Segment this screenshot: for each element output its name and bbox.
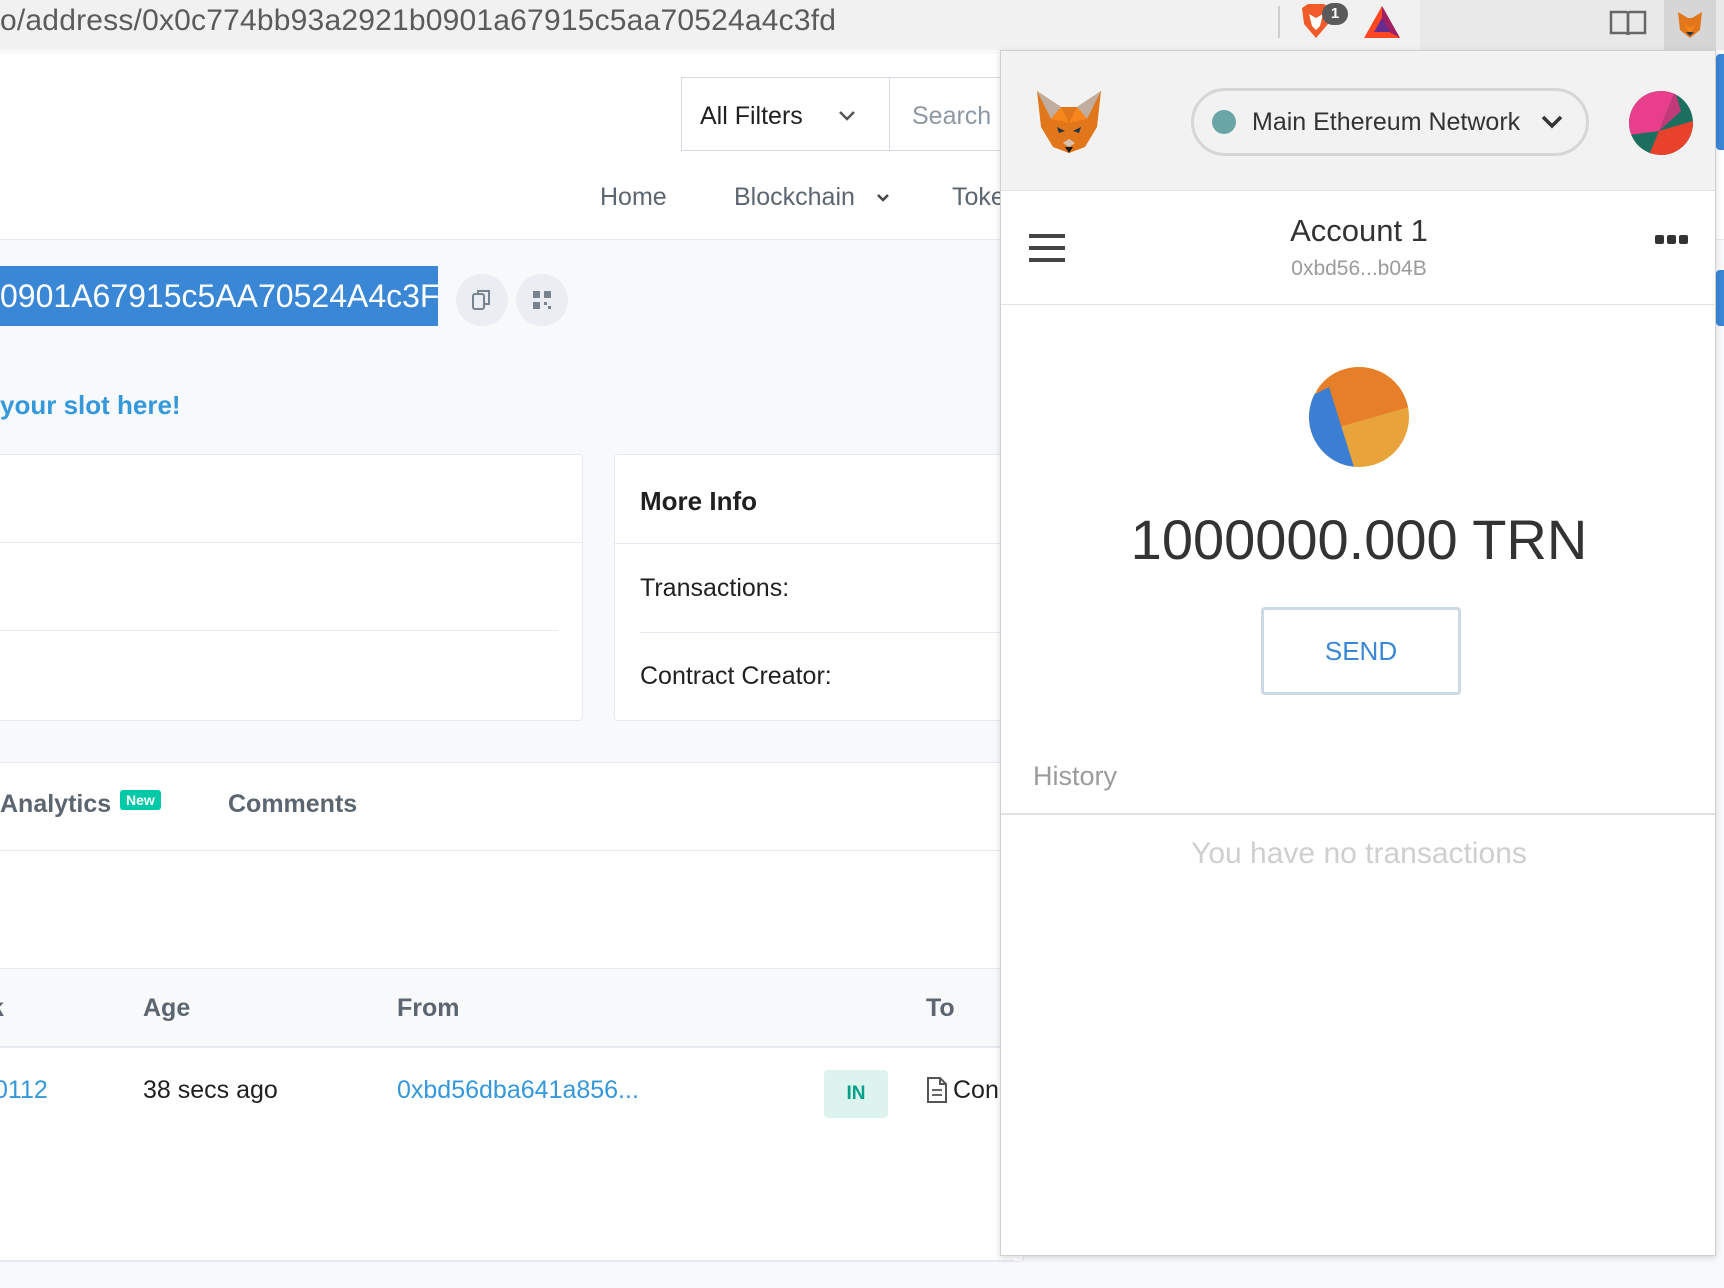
copy-address-button[interactable] <box>456 274 508 326</box>
nav-home[interactable]: Home <box>600 183 667 212</box>
row-to-link[interactable]: Con <box>953 1076 999 1105</box>
empty-history-message: You have no transactions <box>1191 837 1527 870</box>
row-from-link[interactable]: 0xbd56dba641a856... <box>397 1076 639 1105</box>
divider <box>0 850 1014 851</box>
page-edge-button <box>1716 270 1724 326</box>
account-bar: Account 1 0xbd56...b04B <box>1001 191 1715 305</box>
account-avatar[interactable] <box>1629 91 1693 155</box>
new-badge: New <box>120 790 161 810</box>
qr-code-button[interactable] <box>516 274 568 326</box>
transactions-label: Transactions: <box>640 574 790 602</box>
network-selector[interactable]: Main Ethereum Network <box>1191 88 1589 156</box>
chevron-down-icon <box>838 102 856 128</box>
direction-badge: IN <box>824 1070 888 1118</box>
column-header-age: Age <box>143 994 191 1022</box>
metamask-popup: Main Ethereum Network Account 1 0xbd56..… <box>1000 50 1716 1256</box>
metamask-extension-button[interactable] <box>1664 0 1716 50</box>
token-identicon <box>1309 367 1409 467</box>
history-label: History <box>1033 761 1118 791</box>
row-block-link[interactable]: 0112 <box>0 1076 48 1105</box>
divider <box>615 543 1015 544</box>
page-edge-button <box>1716 54 1724 150</box>
filter-select[interactable]: All Filters <box>681 77 889 151</box>
more-info-title: More Info <box>640 486 757 516</box>
column-header-from: From <box>397 994 460 1022</box>
row-age: 38 secs ago <box>143 1076 278 1104</box>
url-text[interactable]: o/address/0x0c774bb93a2921b0901a67915c5a… <box>0 4 836 38</box>
tab-comments[interactable]: Comments <box>228 790 357 819</box>
chevron-down-icon <box>1540 108 1564 136</box>
contract-creator-label: Contract Creator: <box>640 662 832 690</box>
more-options-icon[interactable] <box>1653 233 1691 247</box>
brave-shields-badge: 1 <box>1322 3 1348 25</box>
bat-rewards-icon[interactable] <box>1362 4 1402 40</box>
divider <box>640 632 1014 633</box>
column-header-to: To <box>926 994 955 1022</box>
nav-tokens[interactable]: Toke <box>952 183 1005 212</box>
history-list <box>1001 815 1715 1255</box>
network-status-dot <box>1212 110 1236 134</box>
ad-slot-link[interactable]: your slot here! <box>0 390 181 421</box>
nav-blockchain[interactable]: Blockchain <box>734 183 855 212</box>
tab-analytics[interactable]: Analytics <box>0 790 111 819</box>
divider <box>0 542 582 543</box>
column-header-block: k <box>0 994 4 1023</box>
divider <box>0 1260 1014 1261</box>
copy-icon <box>472 290 490 310</box>
reader-mode-icon[interactable] <box>1608 8 1648 38</box>
network-label: Main Ethereum Network <box>1252 108 1521 136</box>
contract-address[interactable]: 0901A67915c5AA70524A4c3Fd <box>0 266 438 326</box>
chevron-down-icon <box>876 190 890 208</box>
account-name[interactable]: Account 1 <box>1001 213 1715 249</box>
send-button[interactable]: SEND <box>1261 607 1461 695</box>
metamask-fox-icon[interactable] <box>1033 87 1105 157</box>
document-icon <box>926 1076 948 1104</box>
divider <box>0 630 558 631</box>
toolbar-divider <box>1278 6 1280 38</box>
search-input[interactable]: Search <box>889 77 1009 151</box>
overview-card <box>0 454 583 721</box>
account-address[interactable]: 0xbd56...b04B <box>1001 257 1715 281</box>
token-balance: 1000000.000 TRN <box>1130 508 1588 571</box>
qr-code-icon <box>533 291 551 309</box>
